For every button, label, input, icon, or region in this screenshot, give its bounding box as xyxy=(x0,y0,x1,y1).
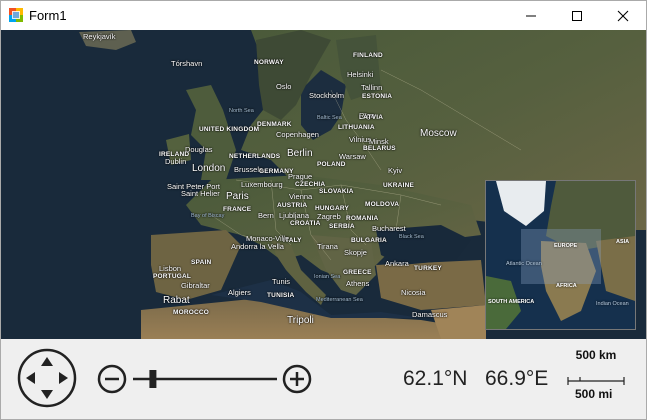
sea-label: Bay of Biscay xyxy=(191,213,225,219)
app-icon xyxy=(9,8,23,22)
city-label: Kyiv xyxy=(388,166,403,175)
country-label: ITALY xyxy=(283,237,302,244)
city-label: Prague xyxy=(288,172,313,181)
city-label: Reykjavík xyxy=(83,32,116,41)
country-label: TURKEY xyxy=(414,265,442,272)
city-label: Warsaw xyxy=(339,152,366,161)
city-label: Vilnius xyxy=(349,135,371,144)
country-label: PORTUGAL xyxy=(153,273,192,280)
close-button[interactable] xyxy=(600,1,646,30)
pan-arrows-icon[interactable] xyxy=(16,347,78,409)
country-label: SERBIA xyxy=(329,223,355,230)
minimap-label: SOUTH AMERICA xyxy=(488,299,535,305)
city-label: Gibraltar xyxy=(181,281,210,290)
city-label: Ankara xyxy=(385,259,409,268)
country-label: ROMANIA xyxy=(346,215,379,222)
country-label: FINLAND xyxy=(353,52,383,59)
city-label: Tórshavn xyxy=(171,59,203,68)
city-label: Andorra la Vella xyxy=(231,242,284,251)
city-label: Bern xyxy=(258,211,274,220)
window-title: Form1 xyxy=(29,8,67,23)
city-label: Helsinki xyxy=(347,70,374,79)
sea-label: Ionian Sea xyxy=(314,274,341,280)
country-label: SLOVAKIA xyxy=(319,188,354,195)
country-label: TUNISIA xyxy=(267,292,295,299)
city-label: Stockholm xyxy=(309,91,345,100)
country-label: GREECE xyxy=(343,269,372,276)
close-icon xyxy=(617,10,629,21)
country-label: POLAND xyxy=(317,161,346,168)
city-label: Berlin xyxy=(287,148,313,159)
country-label: UKRAINE xyxy=(383,182,415,189)
city-label: Nicosia xyxy=(401,288,426,297)
city-label: Skopje xyxy=(344,248,367,257)
app-window: Form1 Reykjavík Tórshavn NORWAY FINLAND … xyxy=(0,0,647,420)
minimize-icon xyxy=(526,15,536,16)
longitude-readout: 66.9°E xyxy=(485,367,549,390)
sea-label: Black Sea xyxy=(399,234,424,240)
sea-label: North Sea xyxy=(229,108,254,114)
country-label: BULGARIA xyxy=(351,237,387,244)
scale-km-label: 500 km xyxy=(575,348,617,362)
country-label: ESTONIA xyxy=(362,93,393,100)
minimap-label: Indian Ocean xyxy=(596,301,629,307)
country-label: MOROCCO xyxy=(173,309,210,316)
city-label: Oslo xyxy=(276,82,292,91)
city-label: Paris xyxy=(226,191,249,202)
city-label: Copenhagen xyxy=(276,130,319,139)
latitude-readout: 62.1°N xyxy=(403,367,468,390)
city-label: Tirana xyxy=(317,242,338,251)
country-label: LATVIA xyxy=(359,114,384,121)
city-label: London xyxy=(192,163,226,174)
country-label: NETHERLANDS xyxy=(229,153,281,160)
country-label: FRANCE xyxy=(223,206,252,213)
minimap-label: EUROPE xyxy=(554,243,578,249)
city-label: Tripoli xyxy=(287,315,314,326)
map-controls-panel: 62.1°N 66.9°E 500 km 500 mi xyxy=(1,339,646,419)
minimize-button[interactable] xyxy=(508,1,554,30)
scale-mi-label: 500 mi xyxy=(575,387,613,401)
country-label: LITHUANIA xyxy=(338,124,375,131)
maximize-icon xyxy=(572,10,582,21)
overview-minimap[interactable]: EUROPE ASIA Atlantic Ocean AFRICA SOUTH … xyxy=(485,180,636,330)
city-label: Luxembourg xyxy=(241,180,283,189)
title-bar[interactable]: Form1 xyxy=(1,1,646,30)
sea-label: Mediterranean Sea xyxy=(316,297,363,303)
country-label: DENMARK xyxy=(257,121,292,128)
zoom-slider[interactable] xyxy=(131,364,281,394)
minimap-label: AFRICA xyxy=(556,283,577,289)
country-label: BELARUS xyxy=(363,145,396,152)
city-label: Vienna xyxy=(289,192,313,201)
scale-bar: 500 km 500 mi xyxy=(567,349,627,409)
city-label: Athens xyxy=(346,279,370,288)
sea-label: Baltic Sea xyxy=(317,115,342,121)
city-label: Algiers xyxy=(228,288,251,297)
minimap-label: Atlantic Ocean xyxy=(506,261,542,267)
scale-bar-line xyxy=(567,377,625,385)
country-label: NORWAY xyxy=(254,59,284,66)
city-label: Moscow xyxy=(420,128,457,139)
city-label: Tunis xyxy=(272,277,291,286)
city-label: Damascus xyxy=(412,310,448,319)
plus-icon[interactable] xyxy=(282,364,312,394)
country-label: UNITED KINGDOM xyxy=(199,126,260,133)
city-label: Saint Helier xyxy=(181,189,220,198)
satellite-map[interactable]: Reykjavík Tórshavn NORWAY FINLAND Helsin… xyxy=(1,30,646,339)
zoom-slider-thumb[interactable] xyxy=(149,370,157,388)
city-label: Minsk xyxy=(369,137,389,146)
minus-icon[interactable] xyxy=(97,364,127,394)
city-label: Tallinn xyxy=(361,83,383,92)
country-label: SPAIN xyxy=(191,259,212,266)
city-label: Lisbon xyxy=(159,264,182,273)
country-label: CROATIA xyxy=(290,220,321,227)
city-label: Ljubljana xyxy=(279,211,310,220)
minimap-label: ASIA xyxy=(616,239,630,245)
city-label: Rabat xyxy=(163,295,190,306)
country-label: AUSTRIA xyxy=(277,202,308,209)
maximize-button[interactable] xyxy=(554,1,600,30)
city-label: Bucharest xyxy=(372,224,406,233)
country-label: MOLDOVA xyxy=(365,201,400,208)
city-label: Dublin xyxy=(165,157,187,166)
